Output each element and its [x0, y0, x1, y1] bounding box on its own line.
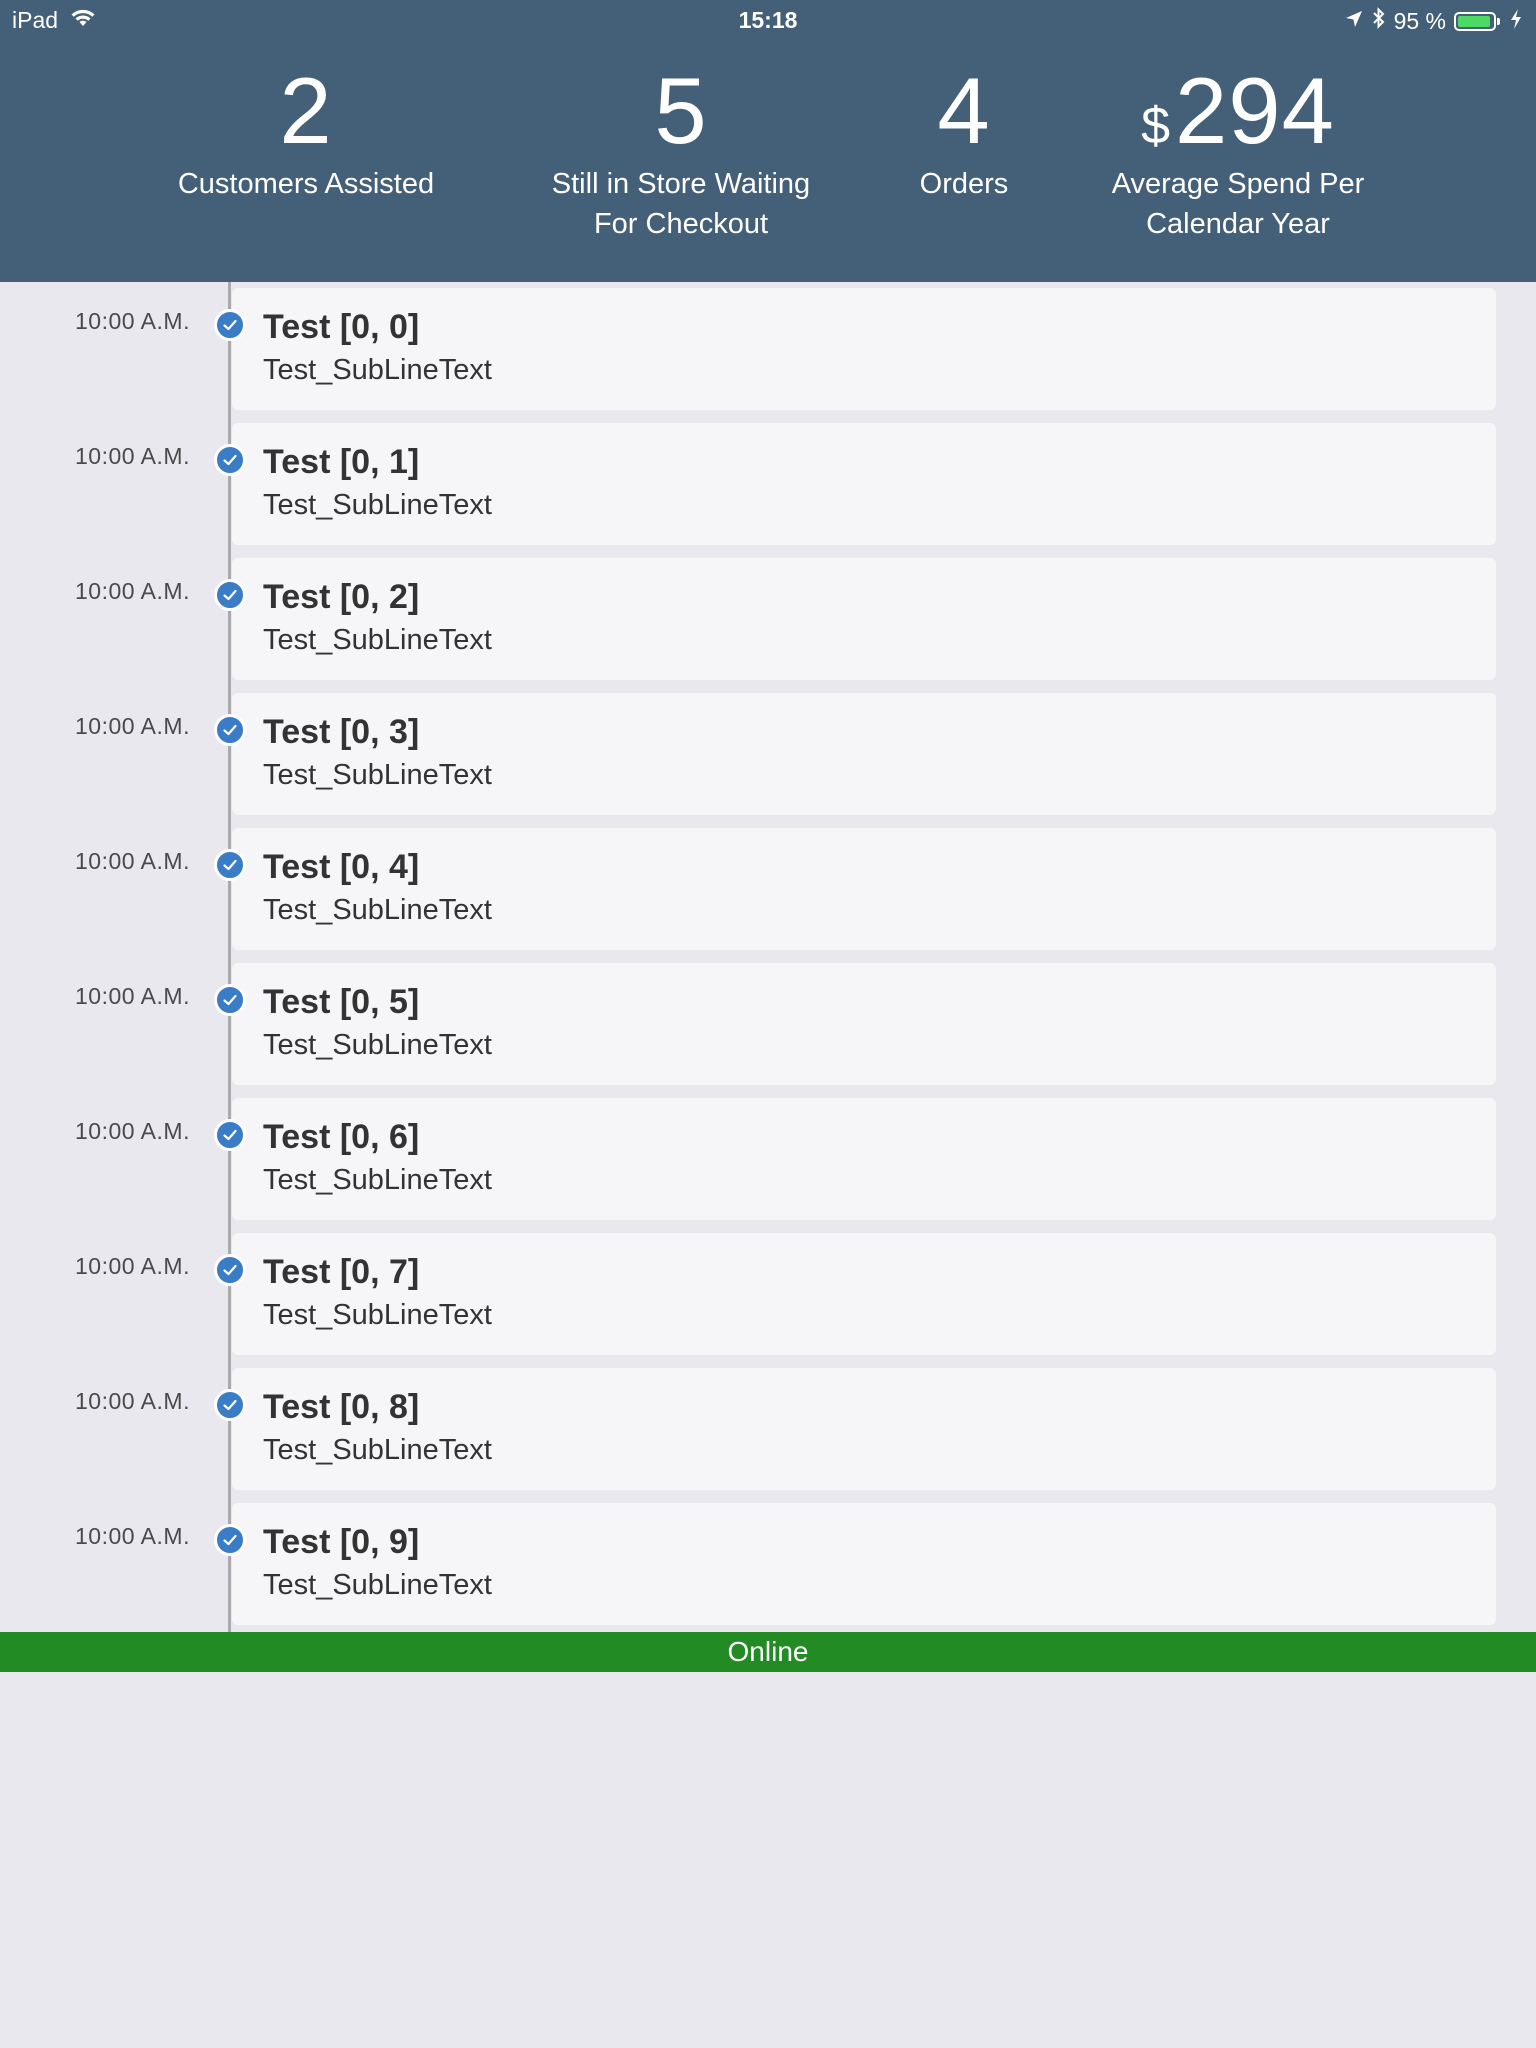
stats-header: iPad 15:18 95 % 2 Customers Assisted 5 S… [0, 0, 1536, 282]
item-time: 10:00 A.M. [75, 1253, 190, 1279]
stat-label: Orders [919, 168, 1009, 200]
item-time: 10:00 A.M. [75, 578, 190, 604]
item-card[interactable]: Test [0, 1] Test_SubLineText [232, 423, 1496, 545]
checkmark-icon [214, 579, 246, 611]
item-card[interactable]: Test [0, 7] Test_SubLineText [232, 1233, 1496, 1355]
checkmark-icon [214, 1254, 246, 1286]
item-title: Test [0, 5] [263, 983, 420, 1021]
item-subtitle: Test_SubLineText [263, 1029, 492, 1061]
checkmark-icon [214, 444, 246, 476]
stat-value: 5 [654, 58, 708, 163]
checkmark-icon [214, 714, 246, 746]
item-time: 10:00 A.M. [75, 1523, 190, 1549]
bluetooth-icon [1372, 7, 1386, 35]
charging-bolt-icon [1510, 8, 1522, 35]
item-title: Test [0, 0] [263, 308, 420, 346]
list-item[interactable]: 10:00 A.M. Test [0, 3] Test_SubLineText [0, 687, 1536, 815]
status-time: 15:18 [738, 7, 798, 33]
stat-average-spend: $294 Average Spend Per Calendar Year [1088, 62, 1388, 244]
stat-label: Average Spend Per Calendar Year [1111, 168, 1365, 240]
checkmark-icon [214, 1119, 246, 1151]
item-subtitle: Test_SubLineText [263, 489, 492, 521]
battery-level [1458, 15, 1490, 27]
item-title: Test [0, 6] [263, 1118, 420, 1156]
item-card[interactable]: Test [0, 6] Test_SubLineText [232, 1098, 1496, 1220]
item-time: 10:00 A.M. [75, 1388, 190, 1414]
connection-status-bar: Online [0, 1632, 1536, 1672]
list-item[interactable]: 10:00 A.M. Test [0, 9] Test_SubLineText [0, 1497, 1536, 1625]
item-time: 10:00 A.M. [75, 443, 190, 469]
list-item[interactable]: 10:00 A.M. Test [0, 5] Test_SubLineText [0, 957, 1536, 1085]
stat-value: 4 [937, 58, 991, 163]
status-bar: iPad 15:18 95 % [0, 0, 1536, 40]
item-subtitle: Test_SubLineText [263, 624, 492, 656]
checkmark-icon [214, 309, 246, 341]
list-item[interactable]: 10:00 A.M. Test [0, 2] Test_SubLineText [0, 552, 1536, 680]
item-title: Test [0, 8] [263, 1388, 420, 1426]
item-title: Test [0, 7] [263, 1253, 420, 1291]
stat-label: Customers Assisted [177, 168, 435, 200]
item-card[interactable]: Test [0, 0] Test_SubLineText [232, 288, 1496, 410]
item-subtitle: Test_SubLineText [263, 354, 492, 386]
item-title: Test [0, 4] [263, 848, 420, 886]
checkmark-icon [214, 1389, 246, 1421]
item-subtitle: Test_SubLineText [263, 1434, 492, 1466]
stat-label: Still in Store Waiting For Checkout [551, 168, 811, 240]
item-time: 10:00 A.M. [75, 1118, 190, 1144]
stat-value: $294 [1141, 58, 1335, 163]
item-subtitle: Test_SubLineText [263, 1164, 492, 1196]
battery-icon [1454, 11, 1500, 31]
item-title: Test [0, 1] [263, 443, 420, 481]
item-time: 10:00 A.M. [75, 848, 190, 874]
item-time: 10:00 A.M. [75, 308, 190, 334]
checkmark-icon [214, 1524, 246, 1556]
stat-value: 2 [279, 58, 333, 163]
item-subtitle: Test_SubLineText [263, 759, 492, 791]
item-subtitle: Test_SubLineText [263, 1569, 492, 1601]
list-item[interactable]: 10:00 A.M. Test [0, 1] Test_SubLineText [0, 417, 1536, 545]
item-card[interactable]: Test [0, 4] Test_SubLineText [232, 828, 1496, 950]
item-card[interactable]: Test [0, 5] Test_SubLineText [232, 963, 1496, 1085]
list-item[interactable]: 10:00 A.M. Test [0, 7] Test_SubLineText [0, 1227, 1536, 1355]
stat-customers-assisted: 2 Customers Assisted [156, 62, 456, 204]
item-title: Test [0, 3] [263, 713, 420, 751]
list-item[interactable]: 10:00 A.M. Test [0, 0] Test_SubLineText [0, 282, 1536, 410]
item-card[interactable]: Test [0, 3] Test_SubLineText [232, 693, 1496, 815]
currency-symbol: $ [1141, 97, 1172, 155]
item-subtitle: Test_SubLineText [263, 894, 492, 926]
stat-waiting-checkout: 5 Still in Store Waiting For Checkout [531, 62, 831, 244]
list-item[interactable]: 10:00 A.M. Test [0, 4] Test_SubLineText [0, 822, 1536, 950]
item-time: 10:00 A.M. [75, 713, 190, 739]
item-card[interactable]: Test [0, 8] Test_SubLineText [232, 1368, 1496, 1490]
item-title: Test [0, 9] [263, 1523, 420, 1561]
item-time: 10:00 A.M. [75, 983, 190, 1009]
list-item[interactable]: 10:00 A.M. Test [0, 6] Test_SubLineText [0, 1092, 1536, 1220]
item-card[interactable]: Test [0, 2] Test_SubLineText [232, 558, 1496, 680]
list-item[interactable]: 10:00 A.M. Test [0, 8] Test_SubLineText [0, 1362, 1536, 1490]
checkmark-icon [214, 849, 246, 881]
battery-percent: 95 % [1393, 7, 1446, 34]
stat-orders: 4 Orders [864, 62, 1064, 204]
item-card[interactable]: Test [0, 9] Test_SubLineText [232, 1503, 1496, 1625]
location-arrow-icon [1344, 8, 1364, 35]
item-subtitle: Test_SubLineText [263, 1299, 492, 1331]
item-title: Test [0, 2] [263, 578, 420, 616]
checkmark-icon [214, 984, 246, 1016]
